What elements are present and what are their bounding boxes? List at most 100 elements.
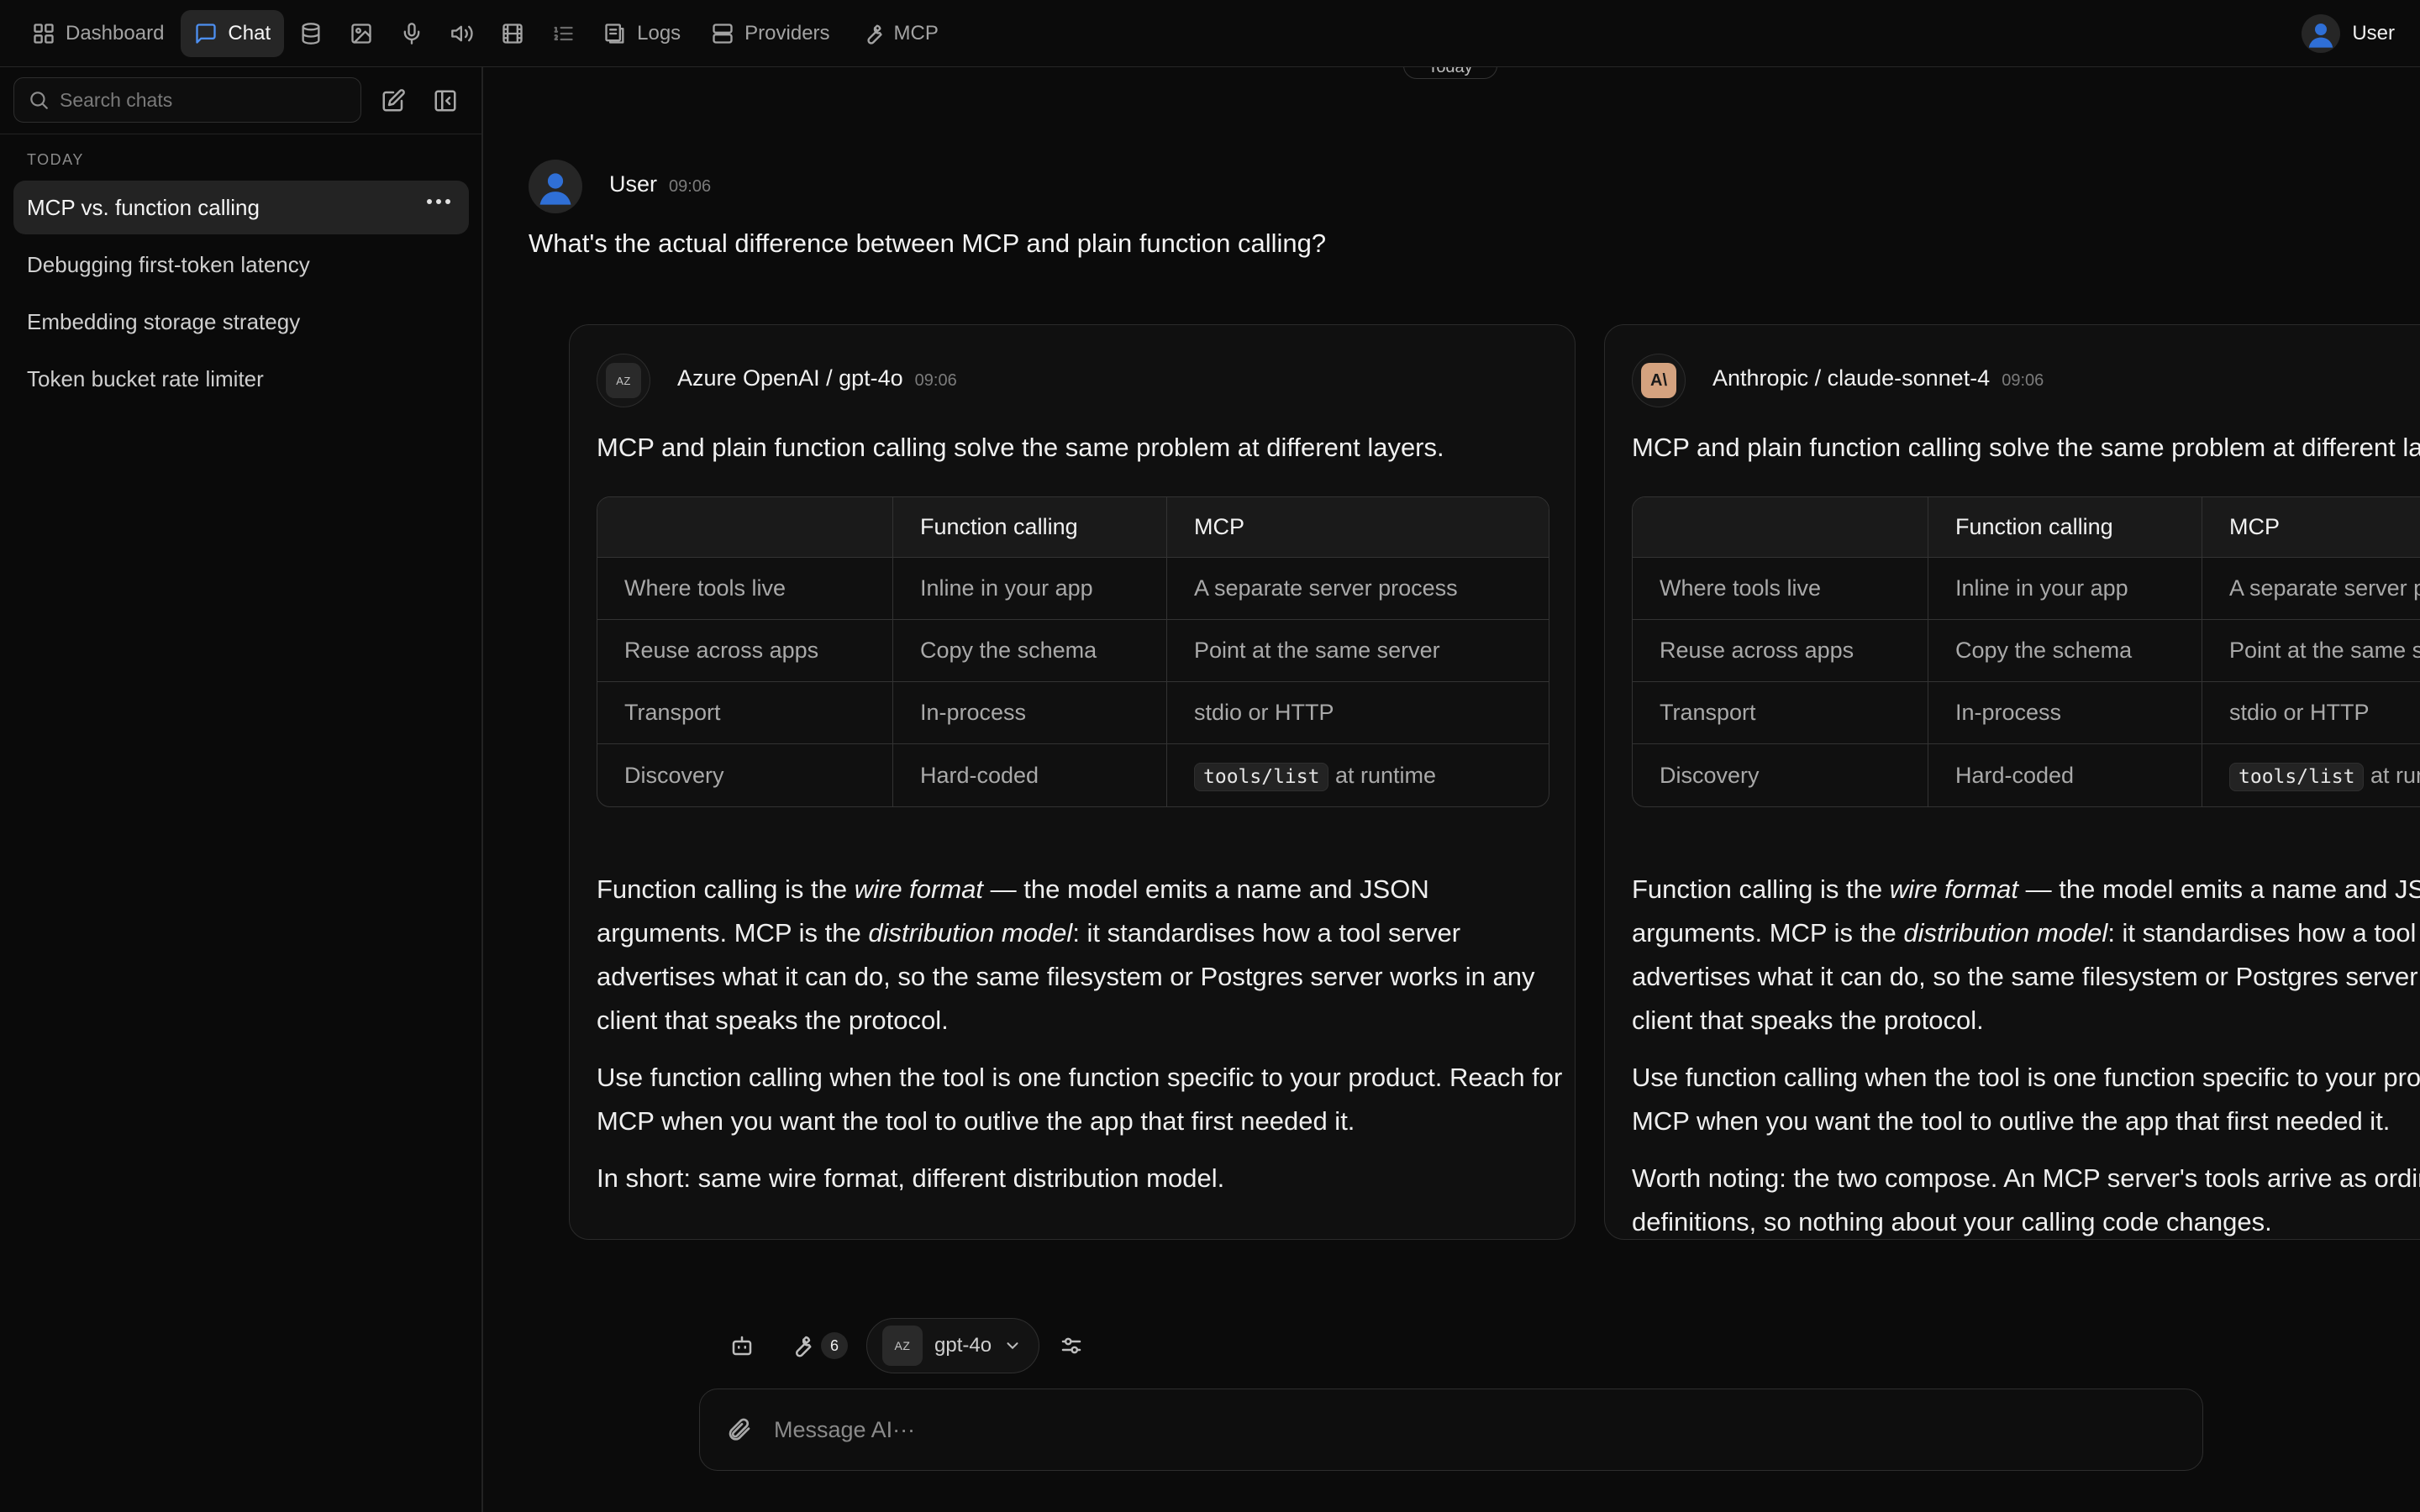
response-paragraph: Function calling is the wire format — th…	[1632, 868, 2420, 1042]
nav-providers-label: Providers	[744, 21, 830, 45]
nav-database[interactable]	[287, 10, 334, 57]
table-header-cell	[597, 497, 893, 558]
table-cell: Copy the schema	[1928, 620, 2202, 682]
table-header-row: Function calling MCP	[1633, 497, 2420, 558]
nav-mcp[interactable]: MCP	[847, 10, 952, 57]
agent-button[interactable]	[718, 1322, 765, 1369]
table-cell: Inline in your app	[893, 558, 1167, 620]
user-icon	[2309, 24, 2333, 48]
message-text: What's the actual difference between MCP…	[529, 228, 1327, 258]
table-cell: Point at the same server	[1167, 620, 1549, 682]
provider-avatar: AZ	[597, 354, 650, 407]
table-row: Reuse across apps Copy the schema Point …	[1633, 620, 2420, 682]
composer-toolbar: 6 AZ gpt-4o	[718, 1317, 1095, 1374]
table-cell: Hard-coded	[1928, 744, 2202, 806]
table-row: Where tools live Inline in your app A se…	[597, 558, 1549, 620]
message-author-name: User	[609, 171, 658, 197]
table-cell: Where tools live	[597, 558, 893, 620]
table-row: Transport In-process stdio or HTTP	[1633, 682, 2420, 744]
table-cell: Transport	[597, 682, 893, 744]
message-composer[interactable]	[699, 1389, 2203, 1471]
table-cell-text: at runtime	[1335, 762, 1437, 788]
table-cell-text: at runtime	[2370, 762, 2420, 788]
response-card-anthropic: A\ Anthropic / claude-sonnet-4 09:06 MCP …	[1604, 324, 2420, 1240]
table-cell: tools/list at runtime	[2202, 744, 2420, 806]
emphasis: wire format	[854, 874, 984, 904]
tools-button[interactable]	[777, 1322, 824, 1369]
search-chats[interactable]	[13, 77, 361, 123]
nav-logs[interactable]: Logs	[590, 10, 694, 57]
avatar	[2302, 14, 2341, 53]
nav-mcp-label: MCP	[893, 21, 939, 45]
speaker-icon	[451, 25, 473, 41]
response-paragraphs: Function calling is the wire format — th…	[1632, 868, 2420, 1239]
chevron-down-icon	[1007, 1342, 1018, 1350]
table-cell: Inline in your app	[1928, 558, 2202, 620]
table-cell: stdio or HTTP	[2202, 682, 2420, 744]
table-cell: Copy the schema	[893, 620, 1167, 682]
table-header-row: Function calling MCP	[597, 497, 1549, 558]
emphasis: wire format	[1889, 874, 2019, 904]
response-lead: MCP and plain function calling solve the…	[1632, 433, 2420, 462]
response-paragraph: Function calling is the wire format — th…	[597, 868, 1563, 1042]
table-cell: Point at the same server	[2202, 620, 2420, 682]
message-input[interactable]	[774, 1416, 2118, 1443]
nav-dashboard[interactable]: Dashboard	[18, 10, 177, 57]
inline-code: tools/list	[1194, 762, 1329, 791]
grid-icon	[34, 23, 54, 44]
table-cell: Reuse across apps	[1633, 620, 1928, 682]
response-paragraph: Use function calling when the tool is on…	[597, 1063, 1563, 1136]
avatar	[529, 160, 582, 213]
microphone-icon	[403, 22, 420, 45]
response-lead: MCP and plain function calling solve the…	[597, 433, 1444, 462]
date-divider: Today	[1403, 67, 1497, 79]
nav-providers[interactable]: Providers	[697, 10, 843, 57]
table-row: Reuse across apps Copy the schema Point …	[597, 620, 1549, 682]
table-row: Where tools live Inline in your app A se…	[1633, 558, 2420, 620]
settings-button[interactable]	[1048, 1322, 1095, 1369]
sidebar-header	[0, 67, 481, 134]
nav-speech[interactable]	[439, 10, 486, 57]
collapse-sidebar-button[interactable]	[429, 84, 462, 118]
response-time: 09:06	[914, 371, 957, 390]
chat-title: Embedding storage strategy	[27, 308, 301, 334]
message-time: 09:06	[669, 177, 712, 196]
chat-list-item[interactable]: Embedding storage strategy	[13, 295, 469, 349]
search-input[interactable]	[60, 88, 345, 112]
nav-batch[interactable]	[539, 10, 587, 57]
sliders-icon	[1061, 1337, 1081, 1354]
table-row: Discovery Hard-coded tools/list at runti…	[597, 744, 1549, 806]
message-author: User 09:06	[609, 171, 711, 197]
emphasis: distribution model	[1903, 918, 2108, 948]
paperclip-icon[interactable]	[725, 1416, 752, 1443]
table-cell: Transport	[1633, 682, 1928, 744]
chat-list-item[interactable]: Token bucket rate limiter	[13, 352, 469, 406]
tools-count-badge: 6	[821, 1332, 848, 1359]
table-cell: stdio or HTTP	[1167, 682, 1549, 744]
user-menu[interactable]: User	[2302, 10, 2395, 57]
wrench-icon	[795, 1336, 812, 1357]
chat-bubble-icon	[196, 23, 217, 44]
table-header-cell: MCP	[1167, 497, 1549, 558]
robot-icon	[732, 1336, 752, 1356]
chat-list: MCP vs. function calling Debugging first…	[13, 181, 469, 409]
chat-list-item[interactable]: Debugging first-token latency	[13, 238, 469, 291]
table-header-cell	[1633, 497, 1928, 558]
top-nav: Dashboard Chat Logs Providers MCP User	[0, 0, 2420, 67]
section-label-today: TODAY	[27, 151, 84, 168]
table-cell: A separate server process	[2202, 558, 2420, 620]
server-icon	[713, 23, 733, 44]
model-name: gpt-4o	[934, 1334, 992, 1357]
sidebar: TODAY MCP vs. function calling Debugging…	[0, 67, 483, 1512]
nav-images[interactable]	[338, 10, 385, 57]
nav-chat[interactable]: Chat	[181, 9, 285, 57]
nav-video[interactable]	[489, 10, 536, 57]
chat-title: Token bucket rate limiter	[27, 365, 264, 391]
more-options-icon[interactable]	[427, 199, 450, 204]
response-paragraph: Worth noting: the two compose. An MCP se…	[1632, 1163, 2420, 1236]
chat-main: Today User 09:06 What's the actual differ…	[485, 67, 2420, 1512]
model-selector[interactable]: AZ gpt-4o	[866, 1318, 1040, 1373]
new-chat-button[interactable]	[376, 84, 410, 118]
chat-list-item[interactable]: MCP vs. function calling	[13, 181, 469, 234]
nav-audio-input[interactable]	[388, 10, 435, 57]
